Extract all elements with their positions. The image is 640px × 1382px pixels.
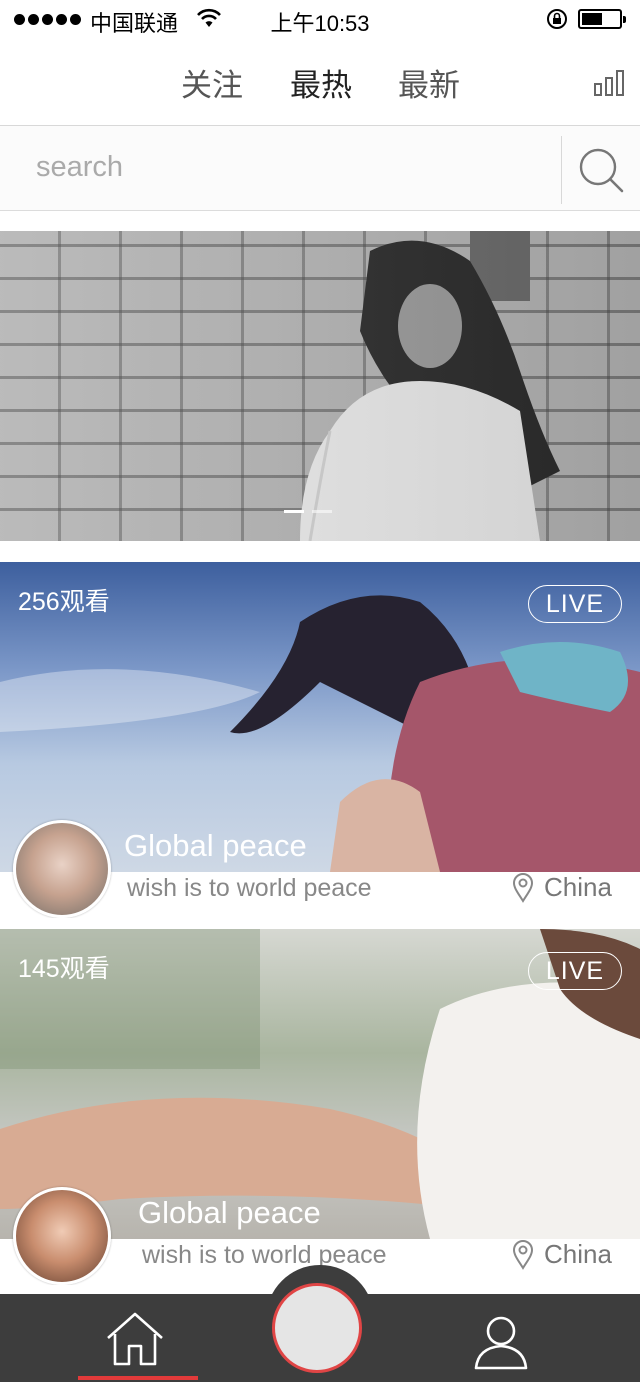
carrier-name: 中国联通	[90, 11, 179, 36]
home-icon[interactable]	[102, 1308, 168, 1370]
stream-subtitle: wish is to world peace	[142, 1241, 387, 1269]
battery-icon	[578, 9, 626, 29]
rotation-lock-icon	[547, 9, 567, 29]
location: China	[512, 1239, 612, 1270]
signal-strength-icon	[14, 14, 81, 25]
user-icon[interactable]	[470, 1312, 532, 1370]
viewer-count: 145观看	[18, 955, 110, 983]
search-divider	[561, 136, 562, 204]
viewer-count: 256观看	[18, 588, 110, 616]
location: China	[512, 872, 612, 903]
top-nav: 关注 最热 最新	[0, 44, 640, 124]
live-card[interactable]: 256观看 LIVE Global peace wish is to world…	[0, 562, 640, 918]
search-bar	[0, 126, 640, 211]
tab-hottest[interactable]: 最热	[290, 60, 352, 105]
location-label: China	[544, 872, 612, 902]
carousel-dot[interactable]	[312, 510, 332, 513]
live-badge: LIVE	[528, 952, 622, 990]
carousel-dot[interactable]	[284, 510, 304, 513]
status-bar: 中国联通 上午10:53	[0, 0, 640, 40]
avatar[interactable]	[13, 820, 111, 918]
live-badge: LIVE	[528, 585, 622, 623]
wifi-icon	[197, 8, 221, 27]
search-icon[interactable]	[570, 140, 632, 200]
stream-title: Global peace	[124, 828, 307, 863]
live-card[interactable]: 145观看 LIVE Global peace wish is to world…	[0, 929, 640, 1285]
banner-carousel[interactable]	[0, 231, 640, 541]
avatar[interactable]	[13, 1187, 111, 1285]
location-pin-icon	[512, 1239, 534, 1270]
location-pin-icon	[512, 872, 534, 903]
stream-title: Global peace	[138, 1195, 321, 1230]
rank-bars-icon[interactable]	[594, 70, 624, 96]
tab-newest[interactable]: 最新	[398, 60, 460, 105]
active-tab-indicator	[78, 1376, 198, 1380]
carousel-dots	[284, 510, 332, 513]
start-live-button[interactable]	[272, 1283, 362, 1373]
stream-subtitle: wish is to world peace	[127, 874, 372, 902]
tab-following[interactable]: 关注	[181, 60, 243, 105]
location-label: China	[544, 1239, 612, 1269]
search-input[interactable]	[34, 144, 538, 190]
banner-overlay	[0, 231, 640, 541]
